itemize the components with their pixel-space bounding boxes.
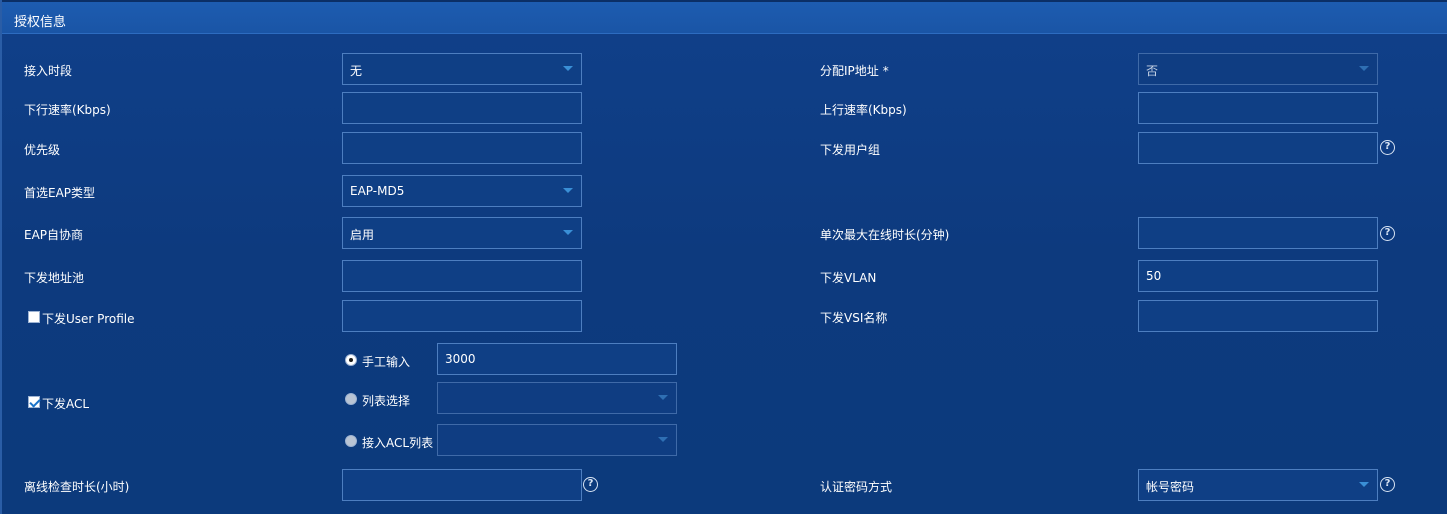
vlan-input[interactable]: 50 <box>1138 260 1378 292</box>
acl-access-list-radio[interactable] <box>345 435 357 447</box>
caret-down-icon <box>1359 66 1369 71</box>
panel-title: 授权信息 <box>14 15 67 30</box>
access-period-value: 无 <box>350 64 363 78</box>
question-circle-icon[interactable]: ? <box>1380 226 1395 241</box>
user-profile-input[interactable] <box>342 300 582 332</box>
acl-list-select[interactable] <box>437 382 677 414</box>
acl-manual-radio[interactable] <box>345 354 357 366</box>
auth-method-label: 认证密码方式 <box>820 480 893 494</box>
eap-type-value: EAP-MD5 <box>350 184 405 198</box>
vlan-label: 下发VLAN <box>820 271 877 285</box>
address-pool-label: 下发地址池 <box>24 271 85 285</box>
assign-ip-label: 分配IP地址 * <box>820 62 889 79</box>
acl-manual-value: 3000 <box>445 352 476 366</box>
caret-down-icon <box>1359 482 1369 487</box>
acl-list-label: 列表选择 <box>362 394 411 408</box>
caret-down-icon <box>658 395 668 400</box>
max-online-input[interactable] <box>1138 217 1378 249</box>
caret-down-icon <box>563 188 573 193</box>
question-circle-icon[interactable]: ? <box>1380 140 1395 155</box>
eap-type-select[interactable]: EAP-MD5 <box>342 175 582 207</box>
authorization-panel: 授权信息 接入时段 无 分配IP地址 * 否 下行速率(Kbps) 上行速率(Kb… <box>0 0 1447 514</box>
offline-check-label: 离线检查时长(小时) <box>24 480 130 494</box>
offline-check-input[interactable] <box>342 469 582 501</box>
acl-access-list-select[interactable] <box>437 424 677 456</box>
acl-list-radio[interactable] <box>345 393 357 405</box>
question-circle-icon[interactable]: ? <box>1380 477 1395 492</box>
auth-method-value: 帐号密码 <box>1146 480 1195 494</box>
vsi-name-label: 下发VSI名称 <box>820 311 888 325</box>
caret-down-icon <box>563 230 573 235</box>
priority-input[interactable] <box>342 132 582 164</box>
vlan-value: 50 <box>1146 269 1162 283</box>
access-period-label: 接入时段 <box>24 64 73 78</box>
user-profile-checkbox[interactable] <box>28 311 40 323</box>
eap-negotiate-value: 启用 <box>350 228 375 242</box>
down-rate-input[interactable] <box>342 92 582 124</box>
caret-down-icon <box>563 66 573 71</box>
max-online-label: 单次最大在线时长(分钟) <box>820 228 950 242</box>
priority-label: 优先级 <box>24 143 61 157</box>
acl-manual-label: 手工输入 <box>362 355 411 369</box>
assign-ip-select[interactable]: 否 <box>1138 53 1378 85</box>
user-profile-label: 下发User Profile <box>42 312 135 326</box>
eap-type-label: 首选EAP类型 <box>24 186 96 200</box>
acl-manual-input[interactable]: 3000 <box>437 343 677 375</box>
up-rate-input[interactable] <box>1138 92 1378 124</box>
eap-negotiate-select[interactable]: 启用 <box>342 217 582 249</box>
acl-access-list-label: 接入ACL列表 <box>362 436 434 450</box>
down-rate-label: 下行速率(Kbps) <box>24 103 111 117</box>
panel-header: 授权信息 <box>2 0 1447 34</box>
user-group-label: 下发用户组 <box>820 143 881 157</box>
access-period-select[interactable]: 无 <box>342 53 582 85</box>
assign-ip-label-text: 分配IP地址 <box>820 64 879 78</box>
user-group-input[interactable] <box>1138 132 1378 164</box>
vsi-name-input[interactable] <box>1138 300 1378 332</box>
address-pool-input[interactable] <box>342 260 582 292</box>
acl-checkbox[interactable] <box>28 396 40 408</box>
caret-down-icon <box>658 437 668 442</box>
auth-method-select[interactable]: 帐号密码 <box>1138 469 1378 501</box>
question-circle-icon[interactable]: ? <box>583 477 598 492</box>
assign-ip-value: 否 <box>1146 64 1159 78</box>
required-mark: * <box>882 64 889 78</box>
up-rate-label: 上行速率(Kbps) <box>820 103 907 117</box>
eap-negotiate-label: EAP自协商 <box>24 228 84 242</box>
acl-label: 下发ACL <box>42 397 90 411</box>
